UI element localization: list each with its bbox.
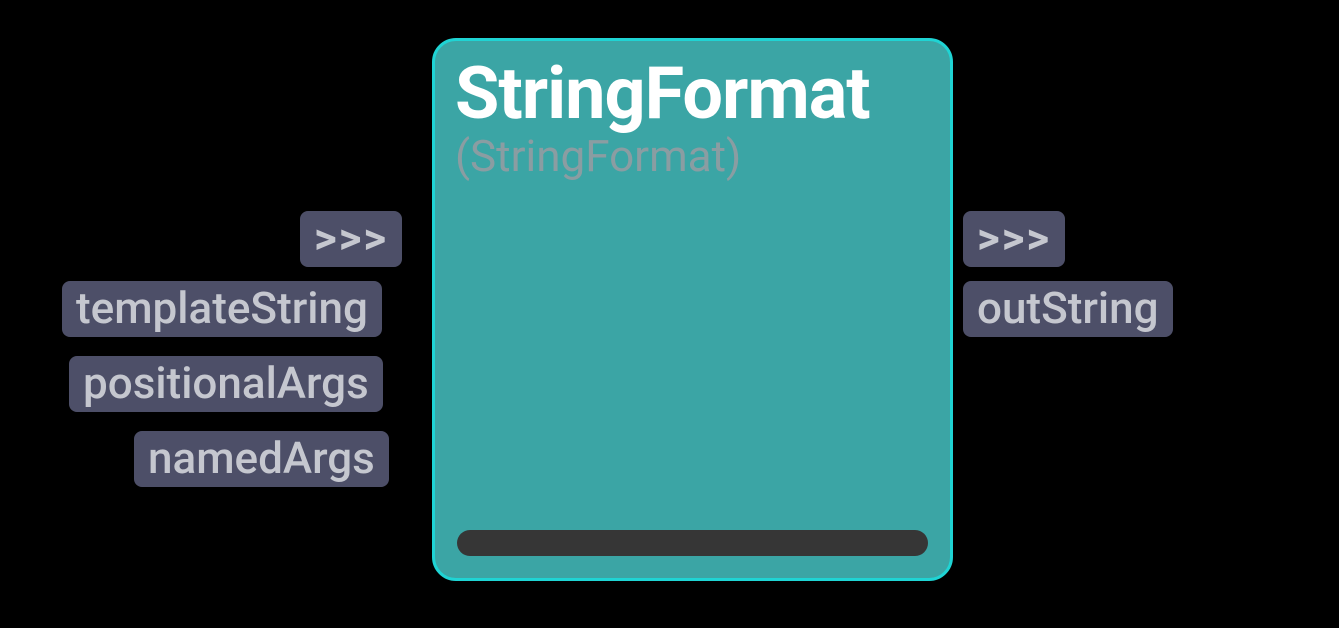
node-title: StringFormat bbox=[455, 51, 950, 136]
output-outString-port[interactable]: outString bbox=[963, 281, 1173, 337]
node-subtitle: (StringFormat) bbox=[455, 130, 950, 182]
input-flow-port[interactable]: >>> bbox=[300, 211, 402, 267]
output-flow-port[interactable]: >>> bbox=[963, 211, 1065, 267]
input-templateString-port[interactable]: templateString bbox=[62, 281, 382, 337]
node-bottom-bar bbox=[457, 530, 928, 556]
node-box[interactable]: StringFormat (StringFormat) bbox=[432, 38, 953, 581]
input-namedArgs-port[interactable]: namedArgs bbox=[134, 431, 389, 487]
input-positionalArgs-port[interactable]: positionalArgs bbox=[69, 356, 383, 412]
